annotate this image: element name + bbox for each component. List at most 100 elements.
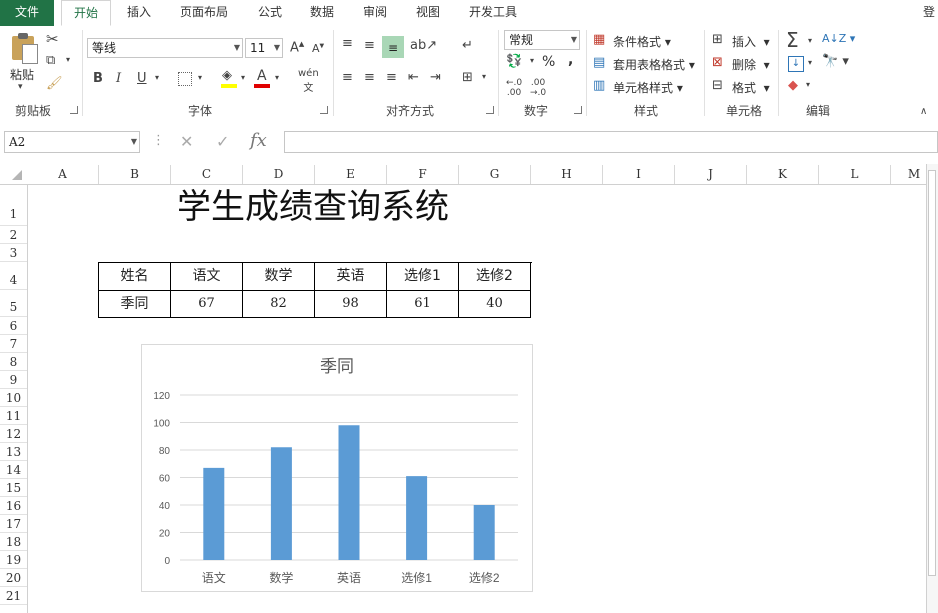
row-header[interactable]: 13 [0,443,27,461]
row-header[interactable]: 14 [0,461,27,479]
font-size-select[interactable]: 11 ▼ [245,38,283,58]
row-header[interactable]: 9 [0,371,27,389]
delete-cells-icon[interactable]: ⊠ [712,55,723,70]
row-header[interactable]: 2 [0,226,27,244]
autosum-icon[interactable]: Σ [786,28,799,52]
tab-file[interactable]: 文件 [0,0,54,26]
format-cells-icon[interactable]: ⊟ [712,78,723,93]
paste-dropdown-icon[interactable]: ▾ [18,82,23,92]
scrollbar-thumb[interactable] [928,170,936,576]
column-header[interactable]: D [243,165,315,184]
row-header[interactable]: 6 [0,317,27,335]
column-header[interactable]: L [819,165,891,184]
underline-icon[interactable]: U [137,71,147,86]
enter-icon[interactable]: ✓ [216,132,229,151]
tab-view[interactable]: 视图 [406,0,450,26]
row-header[interactable]: 18 [0,533,27,551]
row-header[interactable]: 19 [0,551,27,569]
underline-dropdown-icon[interactable]: ▾ [155,73,159,82]
font-color-dropdown-icon[interactable]: ▾ [275,73,279,82]
autosum-dropdown-icon[interactable]: ▾ [808,36,812,45]
column-header[interactable]: A [27,165,99,184]
cell-styles-icon[interactable]: ▥ [593,78,605,93]
row-header[interactable]: 17 [0,515,27,533]
insert-cells-icon[interactable]: ⊞ [712,32,723,47]
select-all-icon[interactable] [12,170,22,180]
row-header[interactable]: 3 [0,244,27,262]
fill-dropdown-icon[interactable]: ▾ [241,73,245,82]
tab-review[interactable]: 审阅 [353,0,397,26]
number-launcher-icon[interactable] [574,106,582,114]
table-header-cell[interactable]: 选修2 [459,263,531,291]
fill-dropdown-icon[interactable]: ▾ [808,58,812,67]
column-header[interactable]: I [603,165,675,184]
column-header[interactable]: J [675,165,747,184]
table-header-cell[interactable]: 英语 [315,263,387,291]
currency-icon[interactable]: 💱 [506,54,522,69]
column-header[interactable]: C [171,165,243,184]
insert-cells-button[interactable]: 插入 ▾ [732,33,770,50]
table-cell-score[interactable]: 98 [315,291,387,318]
tab-data[interactable]: 数据 [300,0,344,26]
delete-cells-button[interactable]: 删除 ▾ [732,56,770,73]
align-left-icon[interactable]: ≡ [342,70,353,85]
chart-bar[interactable] [338,425,360,560]
merge-center-icon[interactable]: ⊞ [462,70,473,85]
align-middle-icon[interactable]: ≡ [364,38,375,53]
worksheet-grid[interactable]: A B C D E F G H I J K L M 1 2 3 4 5 6 7 … [0,162,938,613]
tab-formulas[interactable]: 公式 [248,0,292,26]
clear-dropdown-icon[interactable]: ▾ [806,80,810,89]
chart-bar[interactable] [203,467,225,560]
account-signin[interactable]: 登 [920,0,938,26]
table-format-button[interactable]: 套用表格格式 ▾ [613,56,695,73]
column-header[interactable]: H [531,165,603,184]
paste-button-label[interactable]: 粘贴 [10,66,34,83]
row-header[interactable]: 20 [0,569,27,587]
tab-insert[interactable]: 插入 [117,0,161,26]
chart-bar[interactable] [406,476,428,560]
fill-down-icon[interactable]: ↓ [788,56,804,72]
chart-bar[interactable] [473,505,495,560]
tab-page-layout[interactable]: 页面布局 [172,0,236,26]
format-painter-icon[interactable]: 🖌 [46,76,63,91]
cell-styles-button[interactable]: 单元格样式 ▾ [613,79,683,96]
align-right-icon[interactable]: ≡ [386,70,397,85]
name-box[interactable]: A2 ▼ [4,131,140,153]
align-bottom-icon[interactable]: ≡ [382,36,404,58]
row-header[interactable]: 15 [0,479,27,497]
grow-font-icon[interactable]: A▲ [290,40,304,55]
collapse-ribbon-icon[interactable]: ∧ [920,106,927,117]
formula-input[interactable] [284,131,938,153]
font-color-icon[interactable]: A [257,68,267,84]
decrease-indent-icon[interactable]: ⇤ [408,70,419,85]
copy-dropdown-icon[interactable]: ▾ [66,55,70,64]
clear-icon[interactable]: ◆ [788,78,798,93]
row-header[interactable]: 10 [0,389,27,407]
column-header[interactable]: F [387,165,459,184]
alignment-launcher-icon[interactable] [486,106,494,114]
format-cells-button[interactable]: 格式 ▾ [732,79,770,96]
align-top-icon[interactable]: ≡ [342,36,353,51]
insert-function-button[interactable]: fx [250,130,267,151]
fill-color-icon[interactable]: ◈ [222,68,232,83]
chart-bar[interactable] [270,447,292,560]
find-select-icon[interactable]: 🔭 ▾ [822,54,849,69]
clipboard-launcher-icon[interactable] [70,106,78,114]
bold-icon[interactable]: B [93,71,103,86]
percent-button[interactable]: % [542,54,555,70]
paste-icon[interactable] [10,32,38,64]
column-header[interactable]: B [99,165,171,184]
cut-icon[interactable]: ✂ [46,30,59,48]
orientation-icon[interactable]: ab↗ [410,38,437,53]
table-header-cell[interactable]: 姓名 [99,263,171,291]
row-header[interactable]: 4 [0,262,27,290]
row-header[interactable]: 5 [0,290,27,317]
border-dropdown-icon[interactable]: ▾ [198,73,202,82]
table-cell-score[interactable]: 40 [459,291,531,318]
number-format-select[interactable]: 常规 ▼ [504,30,580,50]
column-header[interactable]: E [315,165,387,184]
decrease-decimal-icon[interactable]: .00 →.0 [530,78,546,98]
increase-indent-icon[interactable]: ⇥ [430,70,441,85]
more-options-icon[interactable]: ⋮ [152,133,165,148]
currency-dropdown-icon[interactable]: ▾ [530,56,534,65]
